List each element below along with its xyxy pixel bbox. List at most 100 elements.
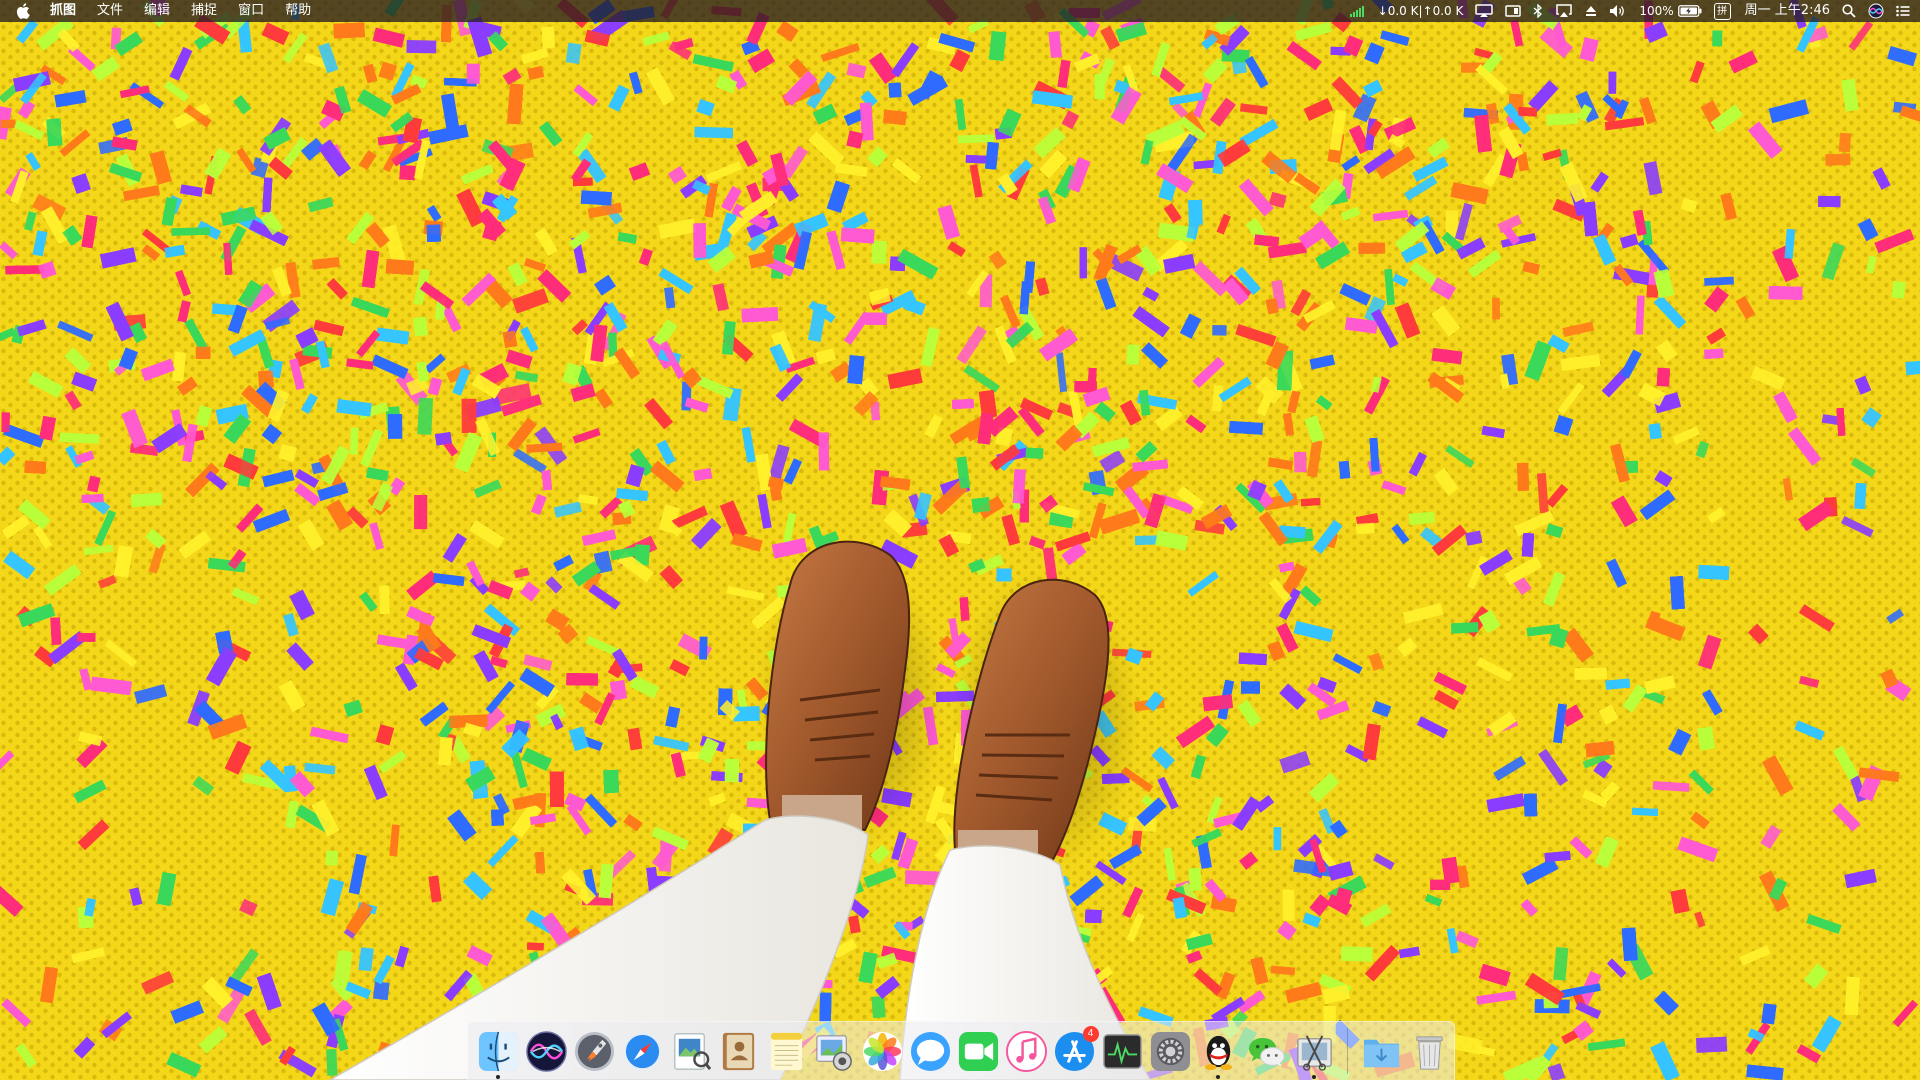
confetti-strip (406, 40, 437, 54)
confetti-strip (951, 398, 974, 410)
confetti-strip (1229, 420, 1264, 435)
confetti-strip (541, 26, 555, 49)
dock-finder[interactable] (477, 1030, 520, 1079)
confetti-strip (1621, 927, 1638, 962)
confetti-strip (957, 134, 995, 144)
confetti-strip (996, 568, 1012, 582)
confetti-strip (434, 432, 452, 446)
siri-menu-icon[interactable] (1868, 0, 1884, 22)
menu-bar-clock[interactable]: 周一 上午2:46 (1745, 0, 1830, 22)
confetti-strip (818, 432, 830, 471)
battery-charging-icon[interactable] (1677, 0, 1702, 22)
confetti-strip (333, 22, 365, 39)
dock-safari[interactable] (621, 1030, 664, 1073)
spotlight-search-icon[interactable] (1842, 0, 1856, 22)
dock-itunes[interactable] (1005, 1030, 1048, 1073)
dock-photos[interactable] (861, 1030, 904, 1073)
confetti-strip (865, 312, 887, 325)
safari-icon (622, 1031, 662, 1071)
apple-logo-icon[interactable] (14, 0, 32, 22)
confetti-strip (1300, 497, 1321, 507)
dock-launchpad[interactable] (573, 1030, 616, 1073)
confetti-strip (871, 995, 886, 1019)
input-method-icon[interactable]: 拼 (1713, 0, 1731, 22)
confetti-strip (1126, 344, 1140, 365)
confetti-strip (461, 398, 477, 433)
confetti-strip (847, 355, 865, 385)
confetti-strip (882, 109, 907, 126)
dock-qq[interactable] (1197, 1030, 1240, 1079)
menu-app-name[interactable]: 抓图 (50, 0, 76, 22)
confetti-strip (1025, 447, 1044, 459)
network-speed[interactable]: ↓0.0 K|↑0.0 K (1378, 0, 1464, 22)
confetti-strip (171, 227, 211, 236)
qq-icon (1204, 1035, 1232, 1070)
wechat-icon (1248, 1037, 1285, 1066)
dock-app-store[interactable]: 4 (1053, 1025, 1099, 1073)
menu-help[interactable]: 帮助 (285, 0, 311, 22)
dock-trash[interactable] (1408, 1030, 1451, 1073)
menu-edit[interactable]: 编辑 (144, 0, 170, 22)
confetti-strip (694, 126, 734, 139)
confetti-strip (414, 494, 428, 530)
confetti-strip (988, 31, 1007, 61)
window-manager-icon[interactable] (1505, 0, 1522, 22)
confetti-strip (1838, 132, 1852, 153)
confetti-strip (77, 632, 96, 642)
cpu-meter-icon[interactable] (1349, 0, 1366, 22)
finder-icon (478, 1031, 518, 1071)
dock-screenshot-app[interactable] (1293, 1030, 1336, 1079)
confetti-strip (1854, 482, 1867, 510)
confetti-strip (1648, 423, 1662, 440)
notification-center-icon[interactable] (1896, 0, 1910, 22)
running-indicator (496, 1074, 500, 1079)
dock-messages[interactable] (909, 1030, 952, 1073)
confetti-strip (426, 224, 441, 242)
eject-icon[interactable] (1585, 0, 1597, 22)
confetti-strip (566, 673, 598, 686)
battery-percent[interactable]: 100% (1639, 0, 1673, 22)
confetti-strip (603, 769, 620, 794)
menu-file[interactable]: 文件 (97, 0, 123, 22)
confetti-strip (325, 850, 339, 866)
confetti-strip (1695, 1036, 1728, 1053)
dock-wechat[interactable] (1245, 1030, 1288, 1073)
dock-image-capture[interactable] (813, 1030, 856, 1073)
menu-capture[interactable]: 捕捉 (191, 0, 217, 22)
display-mirror-icon[interactable] (1475, 0, 1494, 22)
trash-icon (1415, 1035, 1443, 1070)
menu-bar: 抓图 文件 编辑 捕捉 窗口 帮助 ↓0.0 K|↑0.0 K 100% 拼 周… (0, 0, 1920, 22)
dock-siri[interactable] (525, 1030, 568, 1073)
dock-preview[interactable] (669, 1030, 712, 1073)
dock-contacts[interactable] (717, 1030, 760, 1073)
preview-icon (673, 1032, 711, 1070)
confetti-strip (1241, 681, 1260, 694)
confetti-strip (1608, 71, 1617, 94)
confetti-strip (1355, 522, 1375, 535)
dock-notes[interactable] (765, 1030, 808, 1073)
activity-monitor-icon (1102, 1033, 1142, 1069)
confetti-strip (959, 597, 970, 621)
confetti-strip (724, 758, 740, 783)
confetti-strip (1358, 242, 1386, 254)
airplay-icon[interactable] (1555, 0, 1573, 22)
downloads-folder-icon (1363, 1039, 1399, 1067)
confetti-strip (1212, 324, 1227, 336)
messages-icon (910, 1031, 950, 1071)
dock-downloads-folder[interactable] (1360, 1030, 1403, 1073)
dock-activity-monitor[interactable] (1101, 1030, 1144, 1073)
confetti-strip (1905, 359, 1920, 376)
bluetooth-icon[interactable] (1533, 0, 1543, 22)
launchpad-icon (574, 1031, 614, 1071)
facetime-icon (958, 1031, 998, 1071)
volume-icon[interactable] (1609, 0, 1627, 22)
confetti-strip (195, 346, 211, 359)
confetti-strip (24, 460, 47, 474)
dock-system-preferences[interactable] (1149, 1030, 1192, 1073)
desktop[interactable]: 抓图 文件 编辑 捕捉 窗口 帮助 ↓0.0 K|↑0.0 K 100% 拼 周… (0, 0, 1920, 1080)
menu-window[interactable]: 窗口 (238, 0, 264, 22)
confetti-strip (1669, 576, 1685, 610)
confetti-strip (1238, 652, 1267, 666)
confetti-strip (1188, 867, 1202, 891)
dock-facetime[interactable] (957, 1030, 1000, 1073)
